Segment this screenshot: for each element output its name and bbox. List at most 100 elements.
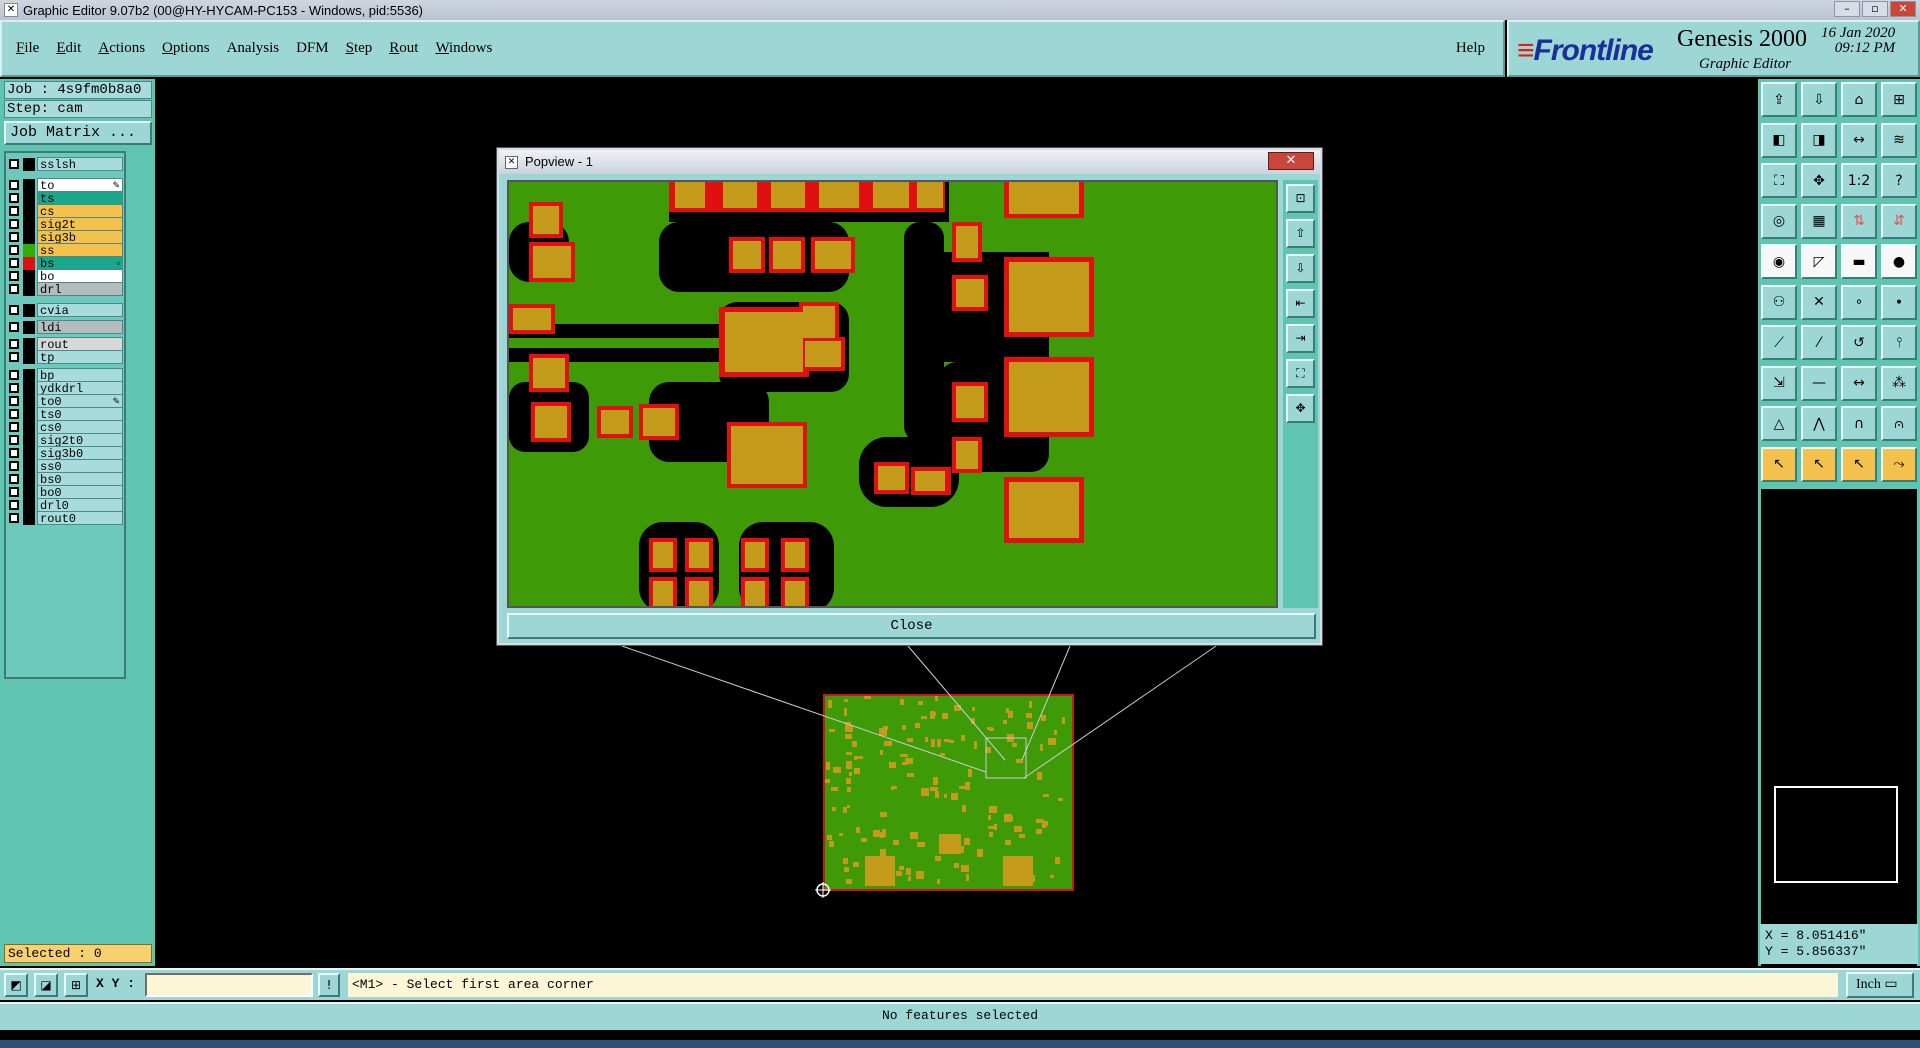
layer-name[interactable]: drl [37,282,123,297]
layer-checkbox[interactable] [9,305,19,315]
layer-row-ss0[interactable]: ss0 [9,459,123,474]
layer-row-cs[interactable]: cs [9,204,123,219]
layer-row-drl0[interactable]: drl0 [9,498,123,513]
grid-view-icon[interactable]: ▦ [1801,203,1837,239]
layer-checkbox[interactable] [9,448,19,458]
layer-checkbox[interactable] [9,500,19,510]
layer-checkbox[interactable] [9,513,19,523]
xy-input[interactable] [145,973,313,997]
layer-row-ts[interactable]: ts [9,191,123,206]
home-icon[interactable]: ⌂ [1841,82,1877,117]
layer-checkbox[interactable] [9,461,19,471]
save-icon[interactable]: ⇩ [1801,82,1837,117]
layer-name[interactable]: cs [37,204,123,219]
layer-row-to0[interactable]: to0 ✎ [9,394,123,409]
layer-checkbox[interactable] [9,370,19,380]
stack-icon[interactable]: ≋ [1881,122,1917,158]
curve-icon[interactable]: ↺ [1841,325,1877,360]
layer-name[interactable]: cvia [37,303,123,318]
layer-checkbox[interactable] [9,193,19,203]
layer-checkbox[interactable] [9,219,19,229]
layer-name[interactable]: tp [37,350,123,365]
open-icon[interactable]: ⇪ [1761,82,1797,117]
layer-checkbox[interactable] [9,339,19,349]
layer-name[interactable]: sig2t [37,217,123,232]
peak-icon[interactable]: ⋀ [1801,406,1837,441]
layer-row-bo0[interactable]: bo0 [9,485,123,500]
menu-analysis[interactable]: Analysis [227,40,280,57]
edge-icon[interactable]: ⟋ [1761,325,1797,360]
info-icon[interactable]: ! [318,973,340,997]
layer-checkbox[interactable] [9,180,19,190]
unit-selector[interactable]: Inch ▭ [1846,972,1914,998]
layer-name[interactable]: sig2t0 [37,433,123,448]
connect-icon[interactable]: ⚇ [1761,284,1797,320]
layer-row-sig2t0[interactable]: sig2t0 [9,433,123,448]
pad-icon[interactable]: ◉ [1761,244,1797,279]
grid-icon[interactable]: ⊞ [64,973,88,997]
dash-icon[interactable]: — [1801,365,1837,401]
layer-row-sig3b[interactable]: sig3b [9,230,123,245]
measure-icon[interactable]: ◪ [34,973,58,997]
layer-name[interactable]: bo [37,269,123,284]
menu-windows[interactable]: Windows [435,40,492,57]
cross-icon[interactable]: ✕ [1801,284,1837,320]
arch2-icon[interactable]: ⩀ [1881,406,1917,441]
layer-name[interactable]: bp [37,368,123,383]
popview-canvas[interactable] [507,180,1278,608]
layer-row-sig2t[interactable]: sig2t [9,217,123,232]
node-icon[interactable]: ∘ [1841,284,1877,320]
layer-name[interactable]: ts [37,191,123,206]
snapshot-icon[interactable]: ◎ [1761,203,1797,239]
zoom-fit-icon[interactable]: ⛶ [1761,163,1797,198]
layer-checkbox[interactable] [9,284,19,294]
center-icon[interactable]: ✥ [1286,394,1315,423]
layer-name[interactable]: ts0 [37,407,123,422]
layer-name[interactable]: rout0 [37,511,123,526]
ruler-icon[interactable]: ▬ [1841,244,1877,279]
menu-edit[interactable]: Edit [56,40,81,57]
pan-left-icon[interactable]: ◧ [1761,122,1797,158]
menu-help[interactable]: Help [1456,40,1485,57]
close-icon[interactable]: ✕ [1890,1,1916,17]
layer-row-ts0[interactable]: ts0 [9,407,123,422]
layer-checkbox[interactable] [9,322,19,332]
layer-up-icon[interactable]: ⇅ [1841,203,1877,239]
layer-row-cvia[interactable]: cvia [9,303,123,318]
layer-row-to[interactable]: to ✎ [9,178,123,193]
zoom-window-icon[interactable]: ⊡ [1286,184,1315,213]
route-icon[interactable]: ⤳ [1881,446,1917,482]
minimize-icon[interactable]: – [1834,1,1860,17]
layer-up-icon[interactable]: ⇧ [1286,219,1315,248]
layer-checkbox[interactable] [9,487,19,497]
layer-name[interactable]: sig3b [37,230,123,245]
popview-close-button[interactable]: Close [507,613,1316,639]
layer-row-bs[interactable]: bs ▫ [9,256,123,271]
zoom-fit-icon[interactable]: ⛶ [1286,359,1315,388]
cluster-icon[interactable]: ⁂ [1881,365,1917,401]
layer-row-bo[interactable]: bo [9,269,123,284]
layer-name[interactable]: ss [37,243,123,258]
slash-icon[interactable]: ⁄ [1801,325,1837,360]
layer-name[interactable]: sig3b0 [37,446,123,461]
maximize-icon[interactable]: ▫ [1862,1,1888,17]
menu-rout[interactable]: Rout [389,40,418,57]
layer-row-drl[interactable]: drl [9,282,123,297]
pointer-move-icon[interactable]: ↖ [1841,446,1877,482]
menu-file[interactable]: File [16,40,39,57]
pan-right-icon[interactable]: ◨ [1801,122,1837,158]
layer-checkbox[interactable] [9,245,19,255]
layer-checkbox[interactable] [9,159,19,169]
menu-actions[interactable]: Actions [98,40,145,57]
layer-name[interactable]: bs [37,256,123,271]
layer-row-tp[interactable]: tp [9,350,123,365]
pan-right-icon[interactable]: ⇥ [1286,324,1315,353]
triangle-icon[interactable]: △ [1761,406,1797,441]
layer-checkbox[interactable] [9,422,19,432]
layer-down-icon[interactable]: ⇵ [1881,203,1917,239]
menu-dfm[interactable]: DFM [296,40,329,57]
split-icon[interactable]: ⊞ [1881,82,1917,117]
layer-checkbox[interactable] [9,352,19,362]
layer-row-sslsh[interactable]: sslsh [9,157,123,172]
scale-icon[interactable]: 1:2 [1841,163,1877,198]
